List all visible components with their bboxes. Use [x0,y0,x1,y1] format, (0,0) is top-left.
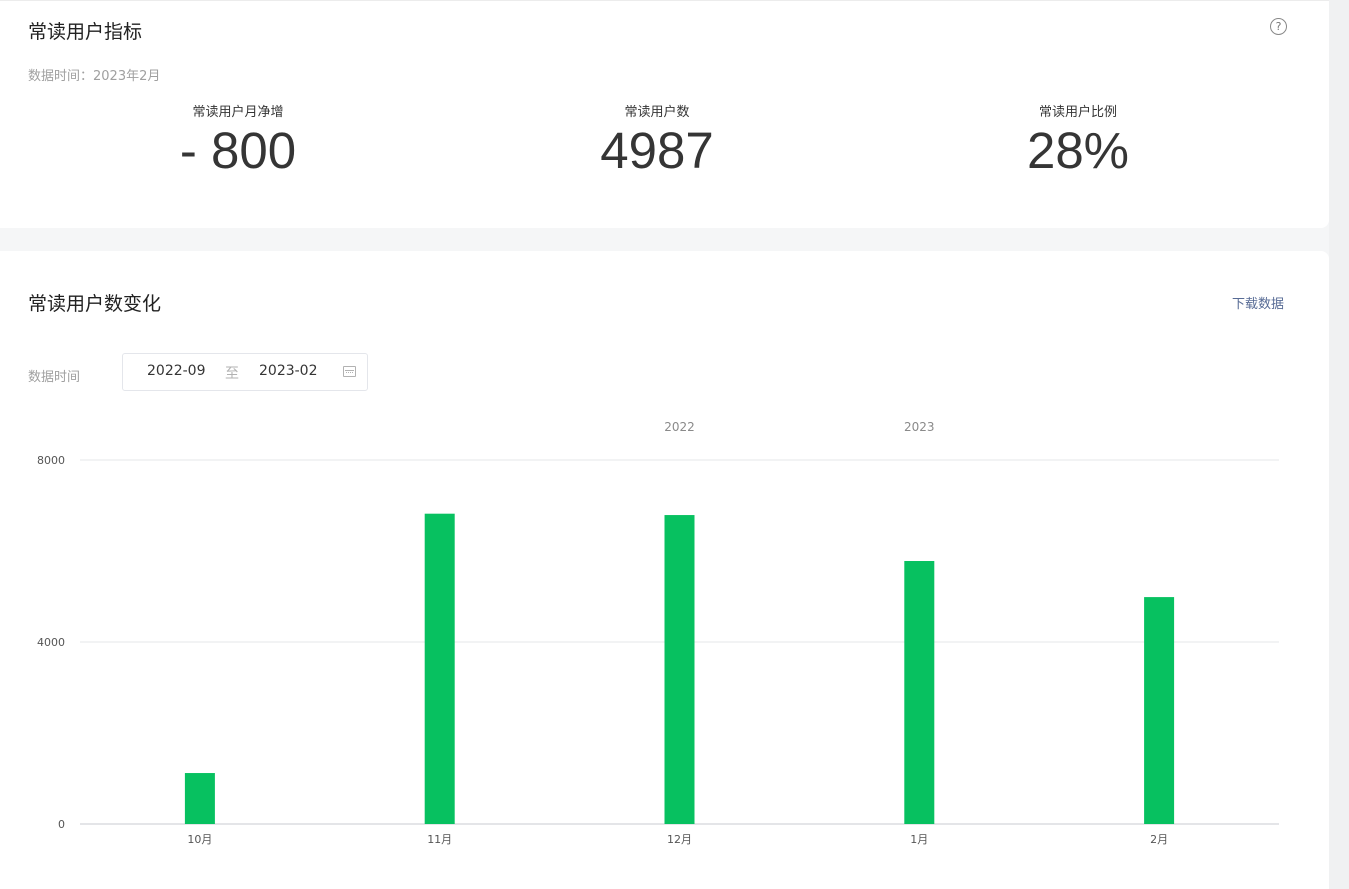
x-tick-label: 10月 [187,833,212,846]
metrics-card-title: 常读用户指标 [28,21,143,43]
bar [424,513,455,824]
metric-value: 28% [1026,122,1130,179]
metric-label: 常读用户比例 [1038,105,1117,120]
y-tick-label: 0 [58,818,65,831]
page-gutter [1329,0,1349,889]
metrics-card: 常读用户指标 ? 数据时间：2023年2月 常读用户月净增 - 800 常读用户… [0,0,1329,228]
metric-net-growth: 常读用户月净增 - 800 [88,101,388,179]
metric-value: - 800 [179,122,297,179]
x-tick-label: 1月 [910,833,928,846]
bar [184,773,215,824]
bar [1144,597,1175,824]
metric-value: 4987 [600,122,714,179]
year-label: 2023 [904,420,935,434]
y-tick-label: 8000 [37,454,65,467]
bar [664,515,695,824]
metric-label: 常读用户数 [624,105,690,120]
bar-chart: 0 4000 8000 10月 11月 12月 1月 2月 2022 2023 [37,420,1279,846]
metrics-data-time: 数据时间：2023年2月 [28,69,161,84]
x-tick-label: 2月 [1150,833,1168,846]
year-label: 2022 [664,420,695,434]
metric-label: 常读用户月净增 [192,105,284,120]
y-tick-label: 4000 [37,636,65,649]
bar [904,561,935,824]
x-tick-label: 12月 [667,833,692,846]
question-circle-icon[interactable]: ? [1270,18,1287,35]
x-tick-label: 11月 [427,833,452,846]
metric-user-ratio: 常读用户比例 28% [928,101,1228,179]
metric-user-count: 常读用户数 4987 [507,101,807,179]
